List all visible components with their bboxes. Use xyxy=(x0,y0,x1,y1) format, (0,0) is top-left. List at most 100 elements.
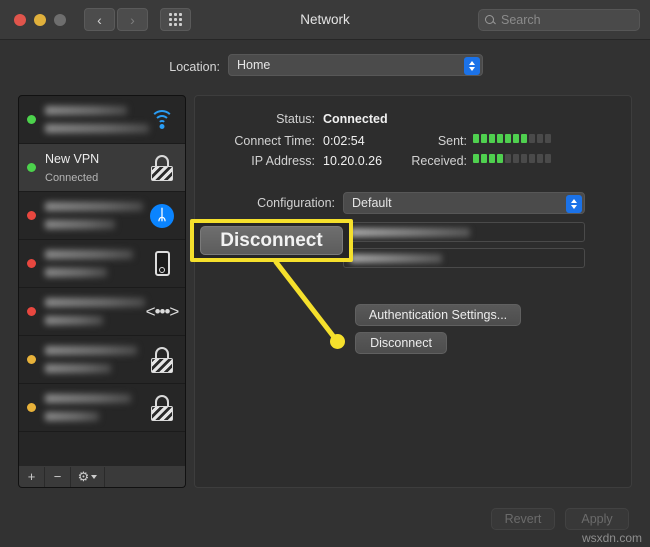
status-dot xyxy=(27,211,36,220)
sidebar-item-icon xyxy=(147,249,177,279)
network-services-list[interactable]: New VPN Connected ᛦ <•••> xyxy=(18,95,186,485)
location-row: Location: Home xyxy=(0,54,650,80)
sidebar-item-label xyxy=(45,393,131,403)
bracket-icon: <•••> xyxy=(145,301,180,321)
meter-segment xyxy=(481,134,487,143)
sent-activity-meter xyxy=(473,134,551,143)
window-titlebar: ‹ › Network Search xyxy=(0,0,650,40)
meter-segment xyxy=(545,154,551,163)
remove-service-button[interactable]: − xyxy=(45,466,71,487)
meter-segment xyxy=(481,154,487,163)
sidebar-item-sublabel xyxy=(45,363,111,373)
status-dot xyxy=(27,403,36,412)
callout-endpoint-dot xyxy=(330,334,345,349)
search-icon xyxy=(485,14,496,26)
wifi-icon xyxy=(149,109,175,130)
sidebar-item-sublabel: Connected xyxy=(45,171,99,184)
chevron-updown-icon xyxy=(566,195,582,213)
sidebar-item-label xyxy=(45,249,133,259)
sidebar-item-label: New VPN xyxy=(45,151,100,166)
ip-address-value: 10.20.0.26 xyxy=(323,154,383,168)
sidebar-item-icon xyxy=(147,153,177,183)
sidebar-item-label xyxy=(45,105,127,115)
sidebar-item-icon: ᛦ xyxy=(147,201,177,231)
sidebar-item-label xyxy=(45,297,145,307)
meter-segment xyxy=(473,134,479,143)
search-placeholder: Search xyxy=(501,13,541,27)
location-select[interactable]: Home xyxy=(228,54,483,76)
meter-segment xyxy=(537,154,543,163)
services-toolbar: + − ⚙ xyxy=(18,466,186,488)
callout-highlight-box: Disconnect xyxy=(190,219,353,262)
sidebar-item[interactable]: New VPN Connected xyxy=(19,144,185,192)
sidebar-item[interactable] xyxy=(19,96,185,144)
location-label: Location: xyxy=(169,60,220,74)
meter-segment xyxy=(521,154,527,163)
meter-segment xyxy=(513,154,519,163)
vpn-lock-icon xyxy=(151,346,173,373)
disconnect-button[interactable]: Disconnect xyxy=(355,332,447,354)
status-value: Connected xyxy=(323,112,388,126)
vpn-field-2-value xyxy=(350,254,442,263)
vpn-field-2[interactable] xyxy=(343,248,585,268)
meter-segment xyxy=(497,134,503,143)
authentication-settings-button[interactable]: Authentication Settings... xyxy=(355,304,521,326)
sidebar-item-text: New VPN Connected xyxy=(45,150,147,186)
sidebar-item[interactable]: ᛦ xyxy=(19,192,185,240)
search-input[interactable]: Search xyxy=(478,9,640,31)
add-service-button[interactable]: + xyxy=(19,466,45,487)
sidebar-item-label xyxy=(45,201,143,211)
sidebar-item-icon xyxy=(147,393,177,423)
vpn-field-1-value xyxy=(350,228,470,237)
meter-segment xyxy=(529,134,535,143)
sidebar-item[interactable] xyxy=(19,336,185,384)
network-preferences-window: ‹ › Network Search Location: Home New VP… xyxy=(0,0,650,547)
apply-button[interactable]: Apply xyxy=(565,508,629,530)
meter-segment xyxy=(489,154,495,163)
callout-disconnect-button[interactable]: Disconnect xyxy=(200,226,343,255)
status-dot xyxy=(27,259,36,268)
sidebar-item-sublabel xyxy=(45,411,99,421)
gear-icon: ⚙ xyxy=(77,468,90,484)
sidebar-item-text xyxy=(45,102,149,138)
revert-button[interactable]: Revert xyxy=(491,508,555,530)
iphone-icon xyxy=(154,251,170,276)
meter-segment xyxy=(497,154,503,163)
received-activity-meter xyxy=(473,154,551,163)
configuration-value: Default xyxy=(352,196,392,210)
meter-segment xyxy=(505,134,511,143)
sidebar-item-icon xyxy=(147,105,177,135)
vpn-detail-panel: Status: Connected Connect Time: 0:02:54 … xyxy=(194,95,632,488)
sidebar-item-text xyxy=(45,246,147,282)
vpn-lock-icon xyxy=(151,154,173,181)
sidebar-item-icon xyxy=(147,345,177,375)
vpn-field-1[interactable] xyxy=(343,222,585,242)
status-dot xyxy=(27,163,36,172)
watermark: wsxdn.com xyxy=(581,531,642,545)
sidebar-item[interactable]: <•••> xyxy=(19,288,185,336)
connect-time-value: 0:02:54 xyxy=(323,134,365,148)
meter-segment xyxy=(513,134,519,143)
configuration-label: Configuration: xyxy=(257,196,335,210)
meter-segment xyxy=(545,134,551,143)
configuration-select[interactable]: Default xyxy=(343,192,585,214)
sidebar-item[interactable] xyxy=(19,240,185,288)
meter-segment xyxy=(521,134,527,143)
status-dot xyxy=(27,307,36,316)
bluetooth-icon: ᛦ xyxy=(150,203,174,228)
received-label: Received: xyxy=(411,154,467,168)
minus-icon: − xyxy=(53,469,62,484)
connect-time-label: Connect Time: xyxy=(234,134,315,148)
meter-segment xyxy=(537,134,543,143)
vpn-lock-icon xyxy=(151,394,173,421)
chevron-updown-icon xyxy=(464,57,480,75)
sidebar-item[interactable] xyxy=(19,384,185,432)
sidebar-item-sublabel xyxy=(45,315,103,325)
meter-segment xyxy=(505,154,511,163)
sidebar-item-icon: <•••> xyxy=(145,297,180,327)
sidebar-item-text xyxy=(45,390,147,426)
chevron-down-icon xyxy=(91,474,98,479)
meter-segment xyxy=(489,134,495,143)
location-value: Home xyxy=(237,58,271,72)
service-actions-button[interactable]: ⚙ xyxy=(71,466,105,487)
